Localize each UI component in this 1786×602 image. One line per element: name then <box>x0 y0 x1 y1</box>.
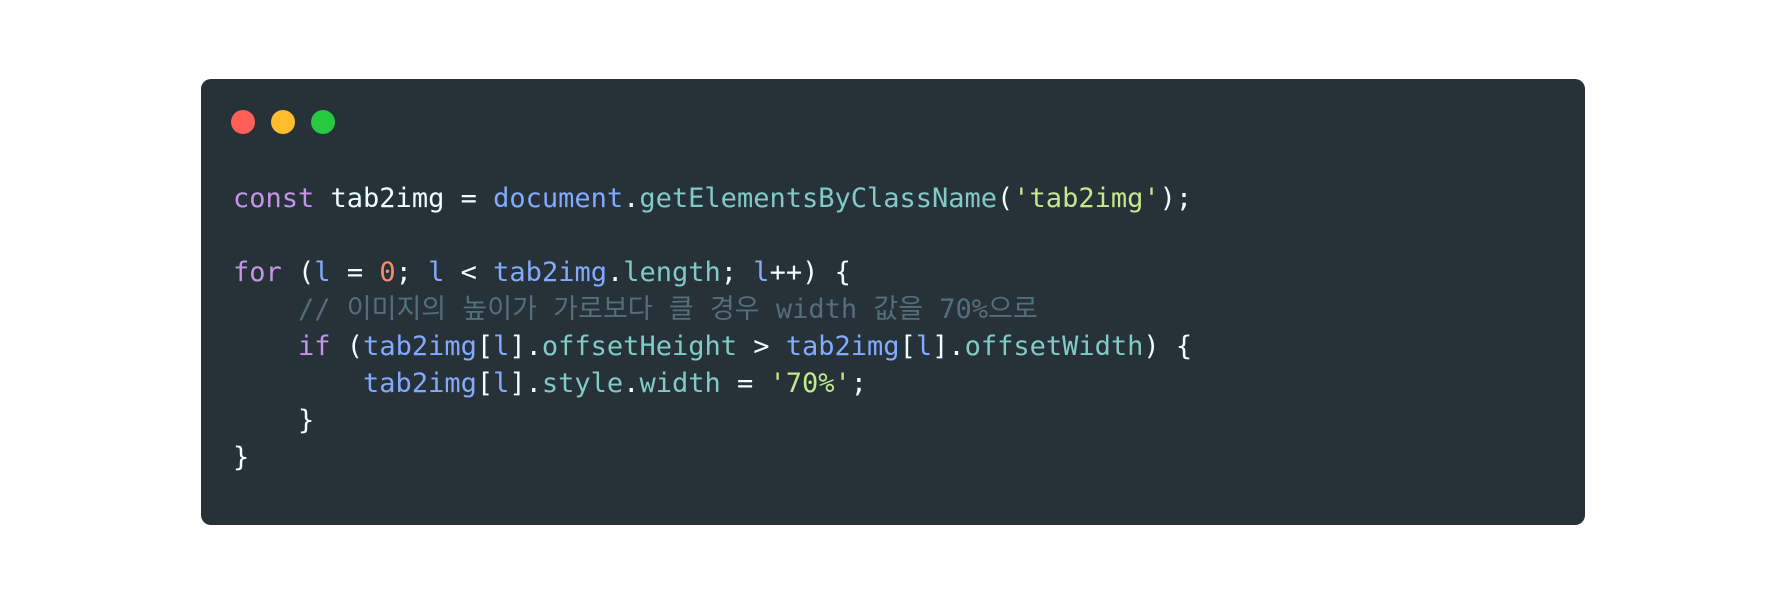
code-line: tab2img[l].style.width = '70%'; <box>233 365 1192 402</box>
code-token-plain: ( <box>997 183 1014 214</box>
code-token-plain: > <box>736 331 786 362</box>
window-controls <box>231 110 335 134</box>
code-token-plain: ( <box>281 257 315 288</box>
code-line: // 이미지의 높이가 가로보다 클 경우 width 값을 70%으로 <box>233 291 1192 328</box>
code-token-object: tab2img <box>363 331 477 362</box>
code-token-plain: = <box>720 368 770 399</box>
code-token-plain: [ <box>899 331 916 362</box>
code-token-plain: ++) { <box>769 257 851 288</box>
code-token-object: l <box>915 331 933 362</box>
code-token-property: length <box>623 257 721 288</box>
code-token-plain: ]. <box>509 368 542 399</box>
code-token-property: width <box>639 368 721 399</box>
code-block: const tab2img = document.getElementsByCl… <box>233 180 1192 476</box>
maximize-dot-icon[interactable] <box>311 110 335 134</box>
code-token-object: tab2img <box>785 331 900 362</box>
code-token-object: l <box>428 257 445 288</box>
code-token-plain: ]. <box>932 331 965 362</box>
code-token-plain: tab2img = <box>314 183 494 214</box>
code-line: const tab2img = document.getElementsByCl… <box>233 180 1192 217</box>
code-line: } <box>233 402 1192 439</box>
code-token-keyword: for <box>233 257 282 288</box>
code-token-plain: ; <box>850 368 868 399</box>
code-token-plain: ; <box>720 257 754 288</box>
code-token-property: style <box>541 368 624 399</box>
code-token-string: '70%' <box>769 368 851 399</box>
code-token-keyword: const <box>233 183 315 214</box>
code-token-plain: . <box>623 368 640 399</box>
code-token-plain: ; <box>395 257 429 288</box>
code-token-plain: . <box>606 257 624 288</box>
code-token-plain: } <box>233 442 250 473</box>
code-token-plain: [ <box>476 368 494 399</box>
code-token-object: tab2img <box>493 257 607 288</box>
code-line: if (tab2img[l].offsetHeight > tab2img[l]… <box>233 328 1192 365</box>
code-token-comment: // 이미지의 높이가 가로보다 클 경우 width 값을 70%으로 <box>233 294 1038 325</box>
code-token-plain: . <box>623 183 640 214</box>
code-token-object: tab2img <box>363 368 477 399</box>
minimize-dot-icon[interactable] <box>271 110 295 134</box>
code-line: } <box>233 439 1192 476</box>
code-token-number: 0 <box>379 257 396 288</box>
code-token-plain: } <box>233 405 315 436</box>
code-token-object: l <box>753 257 770 288</box>
code-token-object: document <box>493 183 624 214</box>
code-token-plain: ) { <box>1143 331 1193 362</box>
code-token-plain: ]. <box>509 331 542 362</box>
code-token-object: l <box>314 257 331 288</box>
code-token-plain: < <box>444 257 494 288</box>
code-token-plain: ); <box>1159 183 1193 214</box>
code-window: const tab2img = document.getElementsByCl… <box>201 79 1585 525</box>
code-token-object: l <box>493 368 510 399</box>
code-token-object: l <box>493 331 510 362</box>
code-token-plain: ( <box>330 331 364 362</box>
code-token-plain: [ <box>476 331 494 362</box>
code-line: for (l = 0; l < tab2img.length; l++) { <box>233 254 1192 291</box>
code-token-string: 'tab2img' <box>1013 183 1160 214</box>
code-token-property: offsetHeight <box>541 331 737 362</box>
code-token-property: getElementsByClassName <box>639 183 998 214</box>
close-dot-icon[interactable] <box>231 110 255 134</box>
code-token-plain: = <box>330 257 380 288</box>
code-token-keyword: if <box>298 331 331 362</box>
code-token-property: offsetWidth <box>964 331 1144 362</box>
